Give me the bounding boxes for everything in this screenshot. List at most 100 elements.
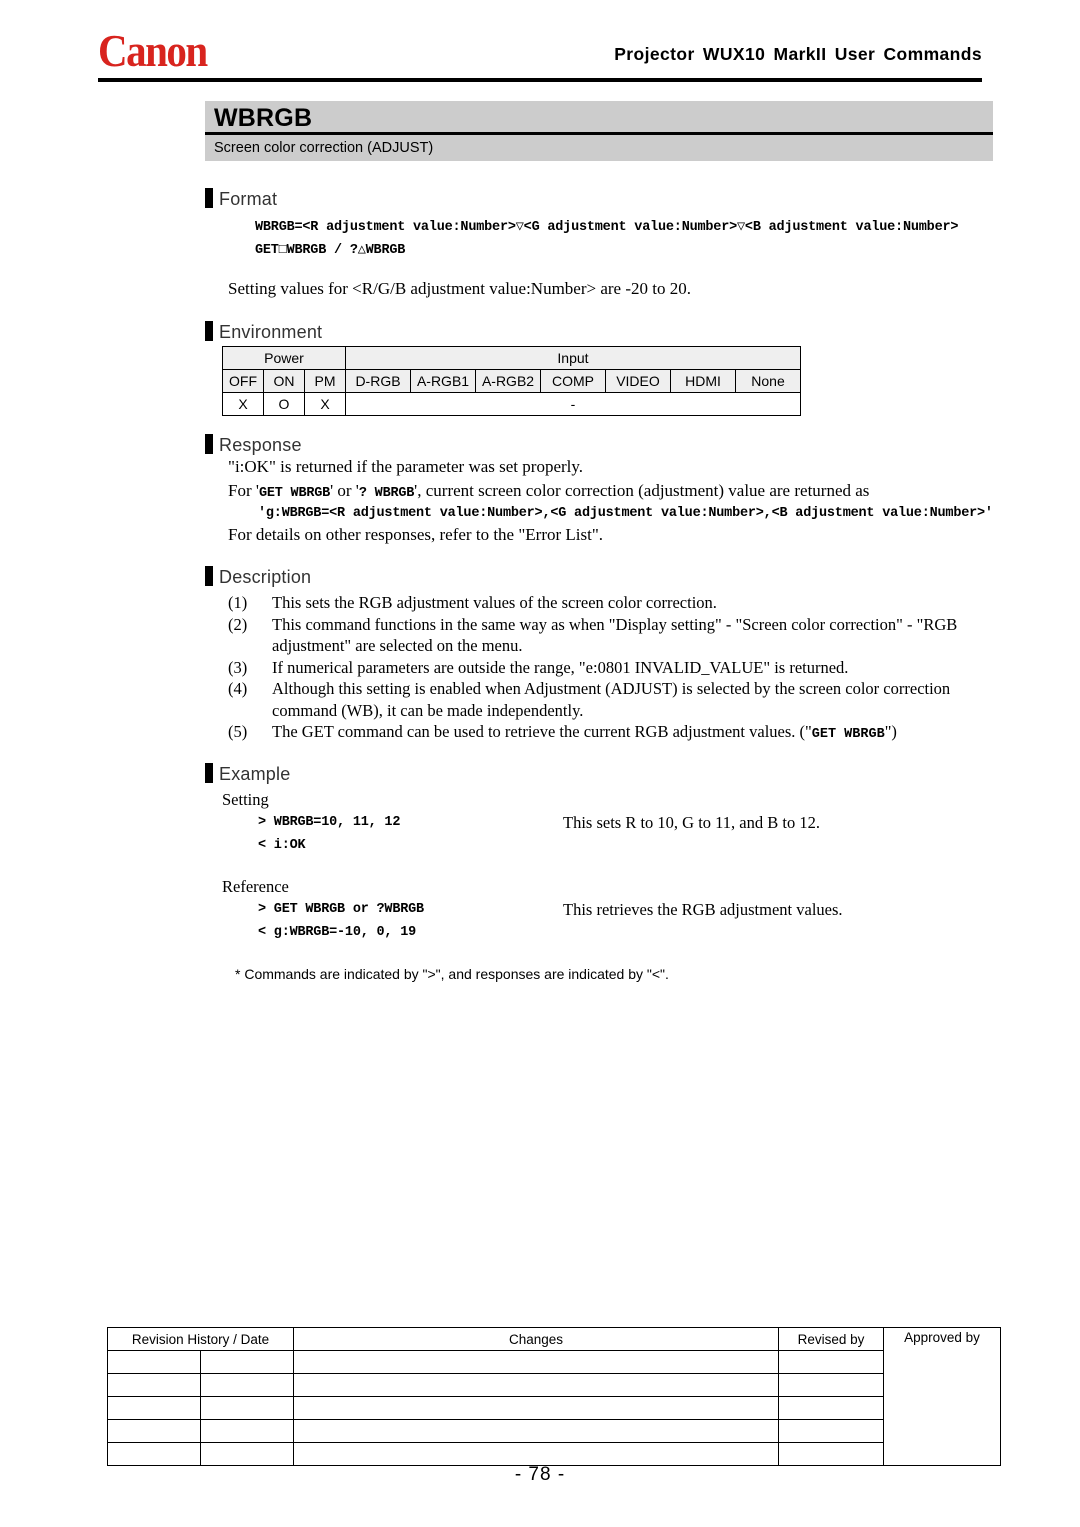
- env-col-video: VIDEO: [605, 369, 671, 393]
- section-heading-example: Example: [205, 763, 290, 785]
- section-heading-description: Description: [205, 566, 311, 588]
- table-row: [107, 1442, 1001, 1466]
- env-col-none: None: [735, 369, 801, 393]
- command-subtitle: Screen color correction (ADJUST): [205, 135, 993, 161]
- env-col-a-rgb1: A-RGB1: [410, 369, 476, 393]
- response-line2-mid: ' or ': [330, 481, 359, 500]
- response-line-4: For details on other responses, refer to…: [228, 525, 604, 544]
- env-value-input: -: [345, 392, 801, 416]
- example-reference-response: < g:WBRGB=-10, 0, 19: [258, 925, 417, 940]
- env-col-pm: PM: [304, 369, 346, 393]
- section-heading-format: Format: [205, 188, 277, 210]
- env-col-d-rgb: D-RGB: [345, 369, 411, 393]
- section-bullet-bar: [205, 188, 213, 208]
- description-item-number: (3): [228, 657, 248, 677]
- rev-cell-date-a: [107, 1442, 201, 1466]
- table-row-group-headers: Power Input: [222, 346, 801, 370]
- description-item-text: This command functions in the same way a…: [272, 614, 958, 656]
- example-reference-command: > GET WBRGB or ?WBRGB: [258, 902, 424, 917]
- command-name: WBRGB: [205, 101, 993, 135]
- env-col-a-rgb2: A-RGB2: [475, 369, 541, 393]
- table-row: [107, 1419, 1001, 1443]
- description-item-number: (4): [228, 679, 248, 698]
- description-list: (1) This sets the RGB adjustment values …: [228, 592, 990, 746]
- description-item-text: The GET command can be used to retrieve …: [272, 721, 990, 746]
- description-item-code: GET WBRGB: [811, 727, 885, 742]
- example-footnote: * Commands are indicated by ">", and res…: [235, 966, 669, 982]
- env-group-input: Input: [345, 346, 801, 370]
- section-bullet-bar: [205, 566, 213, 586]
- description-item-number: (2): [228, 614, 248, 634]
- rev-cell-date-b: [200, 1396, 294, 1420]
- rev-cell-changes: [293, 1442, 779, 1466]
- example-setting-response: < i:OK: [258, 838, 306, 853]
- description-item-text-tail: "): [884, 722, 897, 741]
- section-heading-label: Format: [219, 189, 278, 209]
- rev-col-changes: Changes: [293, 1327, 779, 1351]
- rev-col-approved-by: Approved by: [883, 1327, 1001, 1466]
- example-setting-command: > WBRGB=10, 11, 12: [258, 815, 401, 830]
- rev-cell-changes: [293, 1419, 779, 1443]
- header-divider-rule: [98, 78, 982, 82]
- table-row-header: Revision History / Date Changes Revised …: [107, 1327, 1001, 1466]
- section-heading-label: Response: [219, 435, 302, 455]
- description-item-number: (1): [228, 593, 248, 612]
- example-reference-label: Reference: [222, 877, 289, 896]
- section-heading-response: Response: [205, 434, 302, 456]
- format-setting-values-note: Setting values for <R/G/B adjustment val…: [228, 279, 691, 298]
- format-line-2: GET□WBRGB / ?△WBRGB: [255, 243, 406, 258]
- section-bullet-bar: [205, 321, 213, 341]
- env-group-power: Power: [222, 346, 346, 370]
- rev-cell-date-a: [107, 1373, 201, 1397]
- rev-cell-date-b: [200, 1373, 294, 1397]
- rev-cell-date-b: [200, 1350, 294, 1374]
- section-heading-environment: Environment: [205, 321, 322, 343]
- env-value-on: O: [263, 392, 305, 416]
- response-line2-pre: For ': [228, 481, 259, 500]
- response-line2-post: ', current screen color correction (adju…: [414, 481, 870, 500]
- rev-cell-changes: [293, 1350, 779, 1374]
- rev-cell-date-a: [107, 1396, 201, 1420]
- list-item: (2) This command functions in the same w…: [228, 614, 990, 657]
- list-item: (5) The GET command can be used to retri…: [228, 721, 990, 746]
- example-reference-note: This retrieves the RGB adjustment values…: [563, 900, 843, 919]
- section-bullet-bar: [205, 434, 213, 454]
- example-setting-label: Setting: [222, 790, 269, 809]
- description-item-text: Although this setting is enabled when Ad…: [272, 679, 951, 720]
- rev-cell-date-b: [200, 1442, 294, 1466]
- env-col-hdmi: HDMI: [670, 369, 736, 393]
- rev-cell-date-a: [107, 1350, 201, 1374]
- table-row: [107, 1373, 1001, 1397]
- response-line-1: "i:OK" is returned if the parameter was …: [228, 457, 584, 476]
- environment-table: Power Input OFF ON PM D-RGB A-RGB1 A-RGB…: [222, 346, 801, 416]
- response-line-2: For 'GET WBRGB' or '? WBRGB', current sc…: [228, 481, 869, 501]
- list-item: (1) This sets the RGB adjustment values …: [228, 592, 990, 614]
- section-heading-label: Description: [219, 567, 312, 587]
- rev-cell-date-a: [107, 1419, 201, 1443]
- list-item: (4) Although this setting is enabled whe…: [228, 678, 990, 721]
- rev-cell-changes: [293, 1373, 779, 1397]
- rev-cell-date-b: [200, 1419, 294, 1443]
- description-item-text: This sets the RGB adjustment values of t…: [272, 593, 717, 612]
- rev-cell-changes: [293, 1396, 779, 1420]
- rev-col-history-date: Revision History / Date: [107, 1327, 294, 1351]
- section-bullet-bar: [205, 763, 213, 783]
- table-row: [107, 1396, 1001, 1420]
- rev-cell-revised-by: [778, 1396, 884, 1420]
- env-value-off: X: [222, 392, 264, 416]
- env-col-off: OFF: [222, 369, 264, 393]
- rev-cell-revised-by: [778, 1373, 884, 1397]
- rev-col-revised-by: Revised by: [778, 1327, 884, 1351]
- table-row: [107, 1350, 1001, 1374]
- rev-cell-revised-by: [778, 1419, 884, 1443]
- section-heading-label: Example: [219, 764, 291, 784]
- section-heading-label: Environment: [219, 322, 323, 342]
- response-code-query: ? WBRGB: [358, 486, 415, 501]
- example-setting-note: This sets R to 10, G to 11, and B to 12.: [563, 813, 820, 832]
- canon-logo: Canon: [98, 24, 208, 77]
- table-row-column-headers: OFF ON PM D-RGB A-RGB1 A-RGB2 COMP VIDEO…: [222, 369, 801, 393]
- rev-cell-revised-by: [778, 1442, 884, 1466]
- format-line-1: WBRGB=<R adjustment value:Number>▽<G adj…: [255, 220, 959, 235]
- document-header-title: Projector WUX10 MarkII User Commands: [614, 44, 982, 64]
- description-item-text-main: The GET command can be used to retrieve …: [272, 722, 812, 741]
